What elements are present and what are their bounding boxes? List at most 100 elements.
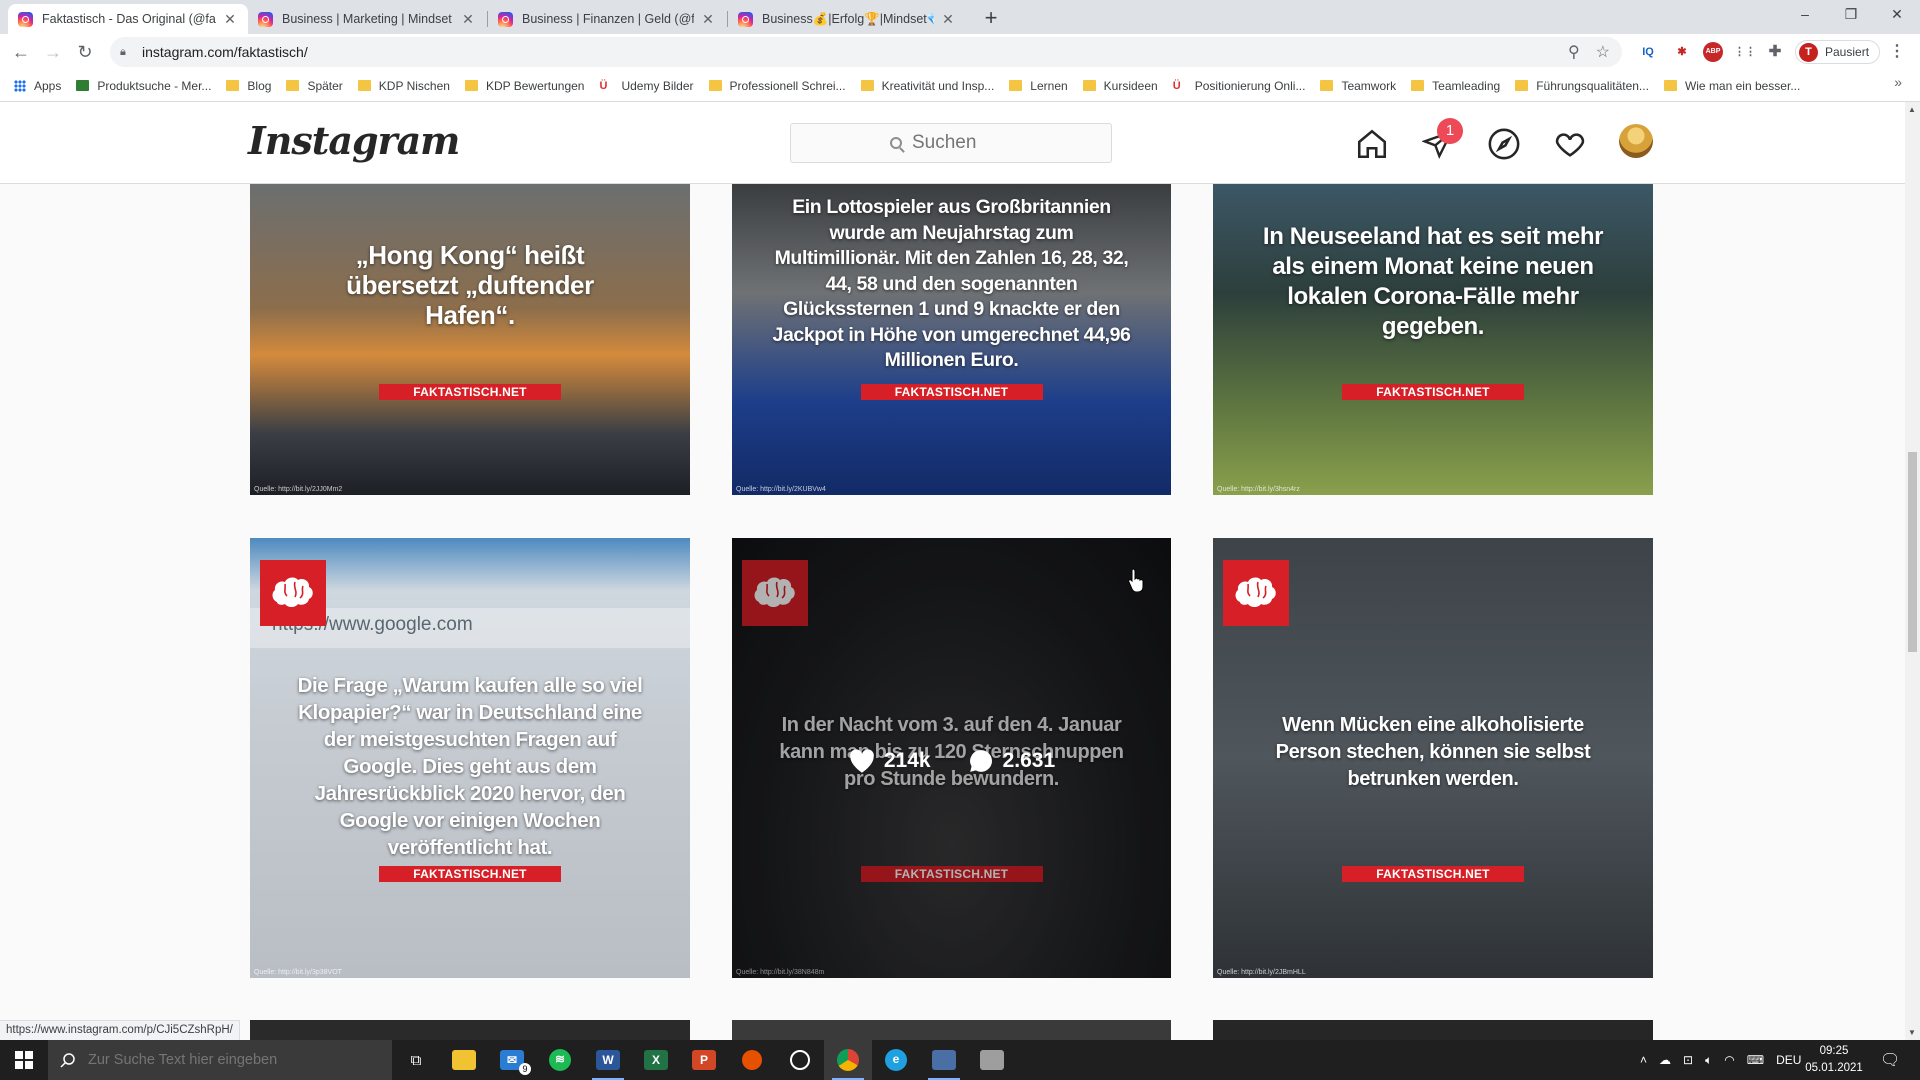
reload-icon[interactable]: ↻ bbox=[73, 40, 97, 64]
chrome-icon[interactable] bbox=[824, 1040, 872, 1080]
onedrive-icon[interactable]: ☁ bbox=[1659, 1053, 1671, 1067]
bookmark-apps[interactable]: Apps bbox=[14, 79, 61, 93]
post-neuseeland[interactable]: In Neuseeland hat es seit mehr als einem… bbox=[1213, 184, 1653, 495]
taskbar-clock[interactable]: 09:25 05.01.2021 bbox=[1796, 1043, 1872, 1077]
task-view-icon[interactable]: ⧉ bbox=[392, 1040, 440, 1080]
post-hover-stats: 214k 2.631 bbox=[732, 748, 1171, 774]
tray-chevron-icon[interactable]: ˄ bbox=[1640, 1053, 1647, 1067]
post-hong-kong[interactable]: „Hong Kong“ heißt übersetzt „duftender H… bbox=[250, 184, 690, 495]
tab-title: Business💰|Erfolg🏆|Mindset💎 bbox=[762, 11, 934, 26]
restore-button[interactable]: ❐ bbox=[1828, 0, 1874, 30]
bookmark-blog[interactable]: Blog bbox=[226, 79, 271, 93]
windows-start-button[interactable] bbox=[0, 1040, 48, 1080]
minimize-button[interactable]: – bbox=[1782, 0, 1828, 30]
bookmark-kdp-bewertungen[interactable]: KDP Bewertungen bbox=[464, 79, 584, 93]
excel-icon[interactable]: X bbox=[632, 1040, 680, 1080]
volume-icon[interactable]: 🔈︎ bbox=[1705, 1053, 1712, 1068]
instagram-logo[interactable]: Instagram bbox=[248, 118, 460, 163]
extension-grid-icon[interactable]: ⋮⋮ bbox=[1734, 42, 1756, 62]
chrome-menu-icon[interactable]: ⋮ bbox=[1887, 42, 1907, 62]
extension-icon[interactable]: ✱ bbox=[1672, 42, 1692, 62]
brand-tag: FAKTASTISCH.NET bbox=[1342, 384, 1524, 400]
scroll-up-arrow-icon[interactable]: ▲ bbox=[1908, 105, 1916, 114]
taskbar-search-input[interactable] bbox=[88, 1052, 368, 1068]
taskbar-search[interactable] bbox=[48, 1040, 392, 1080]
bookmark-teamwork[interactable]: Teamwork bbox=[1320, 79, 1396, 93]
post-sternschnuppen[interactable]: In der Nacht vom 3. auf den 4. Januar ka… bbox=[732, 538, 1171, 978]
extensions-puzzle-icon[interactable]: ✚ bbox=[1765, 42, 1785, 62]
profile-avatar[interactable] bbox=[1619, 124, 1653, 158]
powerpoint-icon[interactable]: P bbox=[680, 1040, 728, 1080]
tab-close-icon[interactable]: ✕ bbox=[460, 11, 476, 28]
folder-icon bbox=[464, 80, 478, 91]
app-icon[interactable] bbox=[968, 1040, 1016, 1080]
new-tab-button[interactable]: + bbox=[977, 5, 1005, 33]
comments-stat: 2.631 bbox=[967, 748, 1055, 774]
search-input[interactable] bbox=[912, 132, 1012, 154]
network-icon[interactable]: ⊡ bbox=[1683, 1053, 1693, 1067]
bookmark-star-icon[interactable]: ☆ bbox=[1596, 42, 1610, 62]
bookmark-lernen[interactable]: Lernen bbox=[1009, 79, 1068, 93]
spotify-icon[interactable]: ≋ bbox=[536, 1040, 584, 1080]
apps-grid-icon bbox=[14, 79, 26, 92]
activity-heart-icon[interactable] bbox=[1550, 124, 1590, 164]
back-arrow-icon[interactable]: ← bbox=[9, 40, 33, 64]
brain-logo-icon bbox=[260, 560, 326, 626]
bookmark-wie-man[interactable]: Wie man ein besser... bbox=[1663, 79, 1800, 93]
app-icon[interactable] bbox=[920, 1040, 968, 1080]
bookmark-kreativitaet[interactable]: Kreativität und Insp... bbox=[860, 79, 994, 93]
search-box[interactable] bbox=[790, 123, 1112, 163]
edge-icon[interactable]: e bbox=[872, 1040, 920, 1080]
bookmark-spaeter[interactable]: Später bbox=[286, 79, 343, 93]
bookmark-fuehrung[interactable]: Führungsqualitäten... bbox=[1515, 79, 1649, 93]
app-icon[interactable] bbox=[728, 1040, 776, 1080]
explore-compass-icon[interactable] bbox=[1484, 124, 1524, 164]
post-partial[interactable] bbox=[1213, 1020, 1653, 1040]
tab-business-finanzen[interactable]: Business | Finanzen | Geld (@fina ✕ bbox=[488, 4, 726, 34]
notifications-icon[interactable]: 🗨 bbox=[1880, 1040, 1900, 1080]
word-icon[interactable]: W bbox=[584, 1040, 632, 1080]
bookmark-produktsuche[interactable]: Produktsuche - Mer... bbox=[76, 79, 211, 93]
post-muecken[interactable]: Wenn Mücken eine alkoholisierte Person s… bbox=[1213, 538, 1653, 978]
bookmark-label: Udemy Bilder bbox=[621, 78, 694, 93]
bookmark-professionell[interactable]: Professionell Schrei... bbox=[708, 79, 846, 93]
post-source: Quelle: http://bit.ly/2KUBVw4 bbox=[736, 486, 826, 493]
post-lotto[interactable]: Ein Lottospieler aus Großbritannien wurd… bbox=[732, 184, 1171, 495]
address-bar[interactable]: 🔒︎ instagram.com/faktastisch/ ⚲ ☆ bbox=[110, 37, 1622, 67]
bookmark-kursideen[interactable]: Kursideen bbox=[1082, 79, 1158, 93]
folder-icon bbox=[860, 80, 874, 91]
bookmark-kdp-nischen[interactable]: KDP Nischen bbox=[357, 79, 450, 93]
wifi-icon[interactable]: ◠ bbox=[1724, 1053, 1734, 1067]
mail-icon[interactable]: ✉ 9 bbox=[488, 1040, 536, 1080]
keyboard-icon[interactable]: ⌨ bbox=[1747, 1053, 1764, 1067]
iq-extension-icon[interactable]: IQ bbox=[1638, 42, 1658, 62]
bookmark-teamleading[interactable]: Teamleading bbox=[1411, 79, 1500, 93]
forward-arrow-icon[interactable]: → bbox=[41, 40, 65, 64]
tab-close-icon[interactable]: ✕ bbox=[700, 11, 716, 28]
instagram-favicon-icon bbox=[498, 11, 513, 27]
tab-faktastisch[interactable]: Faktastisch - Das Original (@fakt ✕ bbox=[8, 4, 248, 34]
folder-icon bbox=[1009, 80, 1023, 91]
page-scrollbar[interactable]: ▲ ▼ bbox=[1905, 102, 1920, 1040]
file-explorer-icon[interactable] bbox=[440, 1040, 488, 1080]
zoom-icon[interactable]: ⚲ bbox=[1568, 42, 1580, 62]
tab-business-marketing[interactable]: Business | Marketing | Mindset (@ ✕ bbox=[248, 4, 486, 34]
tab-business-erfolg[interactable]: Business💰|Erfolg🏆|Mindset💎 ✕ bbox=[728, 4, 966, 34]
adblock-icon[interactable]: ABP bbox=[1703, 42, 1723, 62]
tab-close-icon[interactable]: ✕ bbox=[222, 11, 238, 28]
post-partial[interactable] bbox=[732, 1020, 1171, 1040]
profile-button[interactable]: T Pausiert bbox=[1795, 40, 1881, 64]
clock-app-icon[interactable] bbox=[776, 1040, 824, 1080]
close-window-button[interactable]: ✕ bbox=[1874, 0, 1920, 30]
folder-icon bbox=[1663, 80, 1677, 91]
instagram-favicon-icon bbox=[258, 11, 273, 27]
bookmark-udemy-bilder[interactable]: Ü Udemy Bilder bbox=[599, 79, 693, 93]
post-klopapier[interactable]: https://www.google.com Die Frage „Warum … bbox=[250, 538, 690, 978]
scroll-down-arrow-icon[interactable]: ▼ bbox=[1908, 1028, 1916, 1037]
home-icon[interactable] bbox=[1352, 124, 1392, 164]
bookmark-positionierung[interactable]: Ü Positionierung Onli... bbox=[1173, 79, 1306, 93]
post-partial[interactable] bbox=[250, 1020, 690, 1040]
tab-close-icon[interactable]: ✕ bbox=[940, 11, 956, 28]
scrollbar-thumb[interactable] bbox=[1908, 452, 1917, 652]
bookmarks-overflow-icon[interactable]: » bbox=[1894, 74, 1902, 90]
